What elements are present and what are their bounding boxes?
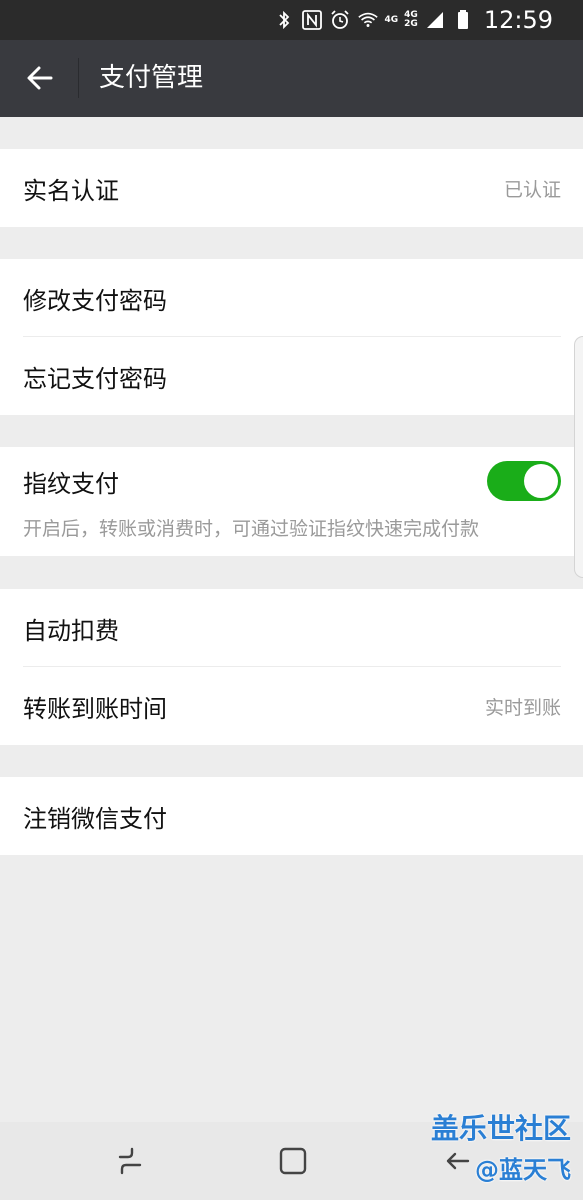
signal-icon [426, 12, 443, 28]
nav-back-button[interactable] [440, 1143, 476, 1179]
status-time: 12:59 [483, 6, 553, 34]
change-password-cell[interactable]: 修改支付密码 [0, 259, 583, 337]
deactivate-cell[interactable]: 注销微信支付 [0, 777, 583, 855]
edge-panel-handle[interactable] [574, 336, 583, 578]
status-bar: 4G 4G 2G 12:59 [0, 0, 583, 40]
network-type-stack: 4G 2G [404, 11, 418, 29]
password-group: 修改支付密码 忘记支付密码 [0, 259, 583, 415]
transfer-time-label: 转账到账时间 [23, 694, 167, 723]
auto-deduct-cell[interactable]: 自动扣费 [0, 589, 583, 667]
wifi-icon [357, 12, 378, 27]
fingerprint-cell: 指纹支付 [0, 447, 583, 515]
screen: 4G 4G 2G 12:59 支付管理 实名认证 已认证 修改支付密码 忘记支付… [0, 0, 583, 1200]
transfer-time-cell[interactable]: 转账到账时间 实时到账 [0, 667, 583, 745]
home-button[interactable] [275, 1143, 311, 1179]
back-button[interactable] [10, 48, 70, 108]
verification-group: 实名认证 已认证 [0, 149, 583, 227]
title-divider [78, 58, 79, 98]
network-type-label: 4G [384, 14, 399, 25]
billing-group: 自动扣费 转账到账时间 实时到账 [0, 589, 583, 745]
change-password-label: 修改支付密码 [23, 286, 167, 315]
fingerprint-label: 指纹支付 [23, 469, 119, 498]
verification-status: 已认证 [503, 178, 561, 201]
nfc-icon [301, 10, 322, 30]
forget-password-cell[interactable]: 忘记支付密码 [0, 337, 583, 415]
verification-label: 实名认证 [23, 176, 119, 205]
deactivate-label: 注销微信支付 [23, 804, 167, 833]
transfer-time-value: 实时到账 [484, 696, 561, 719]
fingerprint-toggle[interactable] [487, 461, 561, 501]
arrow-left-icon [27, 66, 53, 90]
fingerprint-description: 开启后，转账或消费时，可通过验证指纹快速完成付款 [23, 518, 480, 540]
forget-password-label: 忘记支付密码 [23, 364, 167, 393]
auto-deduct-label: 自动扣费 [23, 616, 119, 645]
fingerprint-group: 指纹支付 开启后，转账或消费时，可通过验证指纹快速完成付款 [0, 447, 583, 556]
battery-icon [457, 10, 468, 29]
watermark-username: @蓝天飞 [475, 1156, 571, 1184]
deactivate-group: 注销微信支付 [0, 777, 583, 855]
alarm-icon [330, 10, 349, 29]
bluetooth-icon [278, 10, 289, 30]
status-icons: 4G 4G 2G 12:59 [273, 0, 553, 40]
page-title: 支付管理 [99, 63, 204, 93]
recent-apps-button[interactable] [112, 1143, 148, 1179]
title-bar: 支付管理 [0, 40, 583, 117]
watermark-text: 盖乐世社区 [430, 1112, 571, 1145]
verification-cell[interactable]: 实名认证 已认证 [0, 149, 583, 227]
toggle-knob [524, 464, 558, 498]
network-type-label-2: 2G [404, 19, 418, 29]
